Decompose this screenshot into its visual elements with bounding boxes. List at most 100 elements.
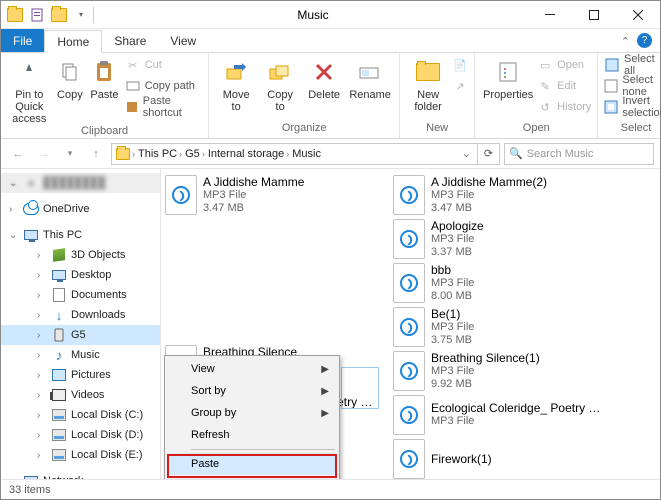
tab-home[interactable]: Home: [44, 30, 102, 53]
copy-to-button[interactable]: Copy to: [259, 55, 301, 113]
rename-icon: [355, 57, 385, 87]
paste-button[interactable]: Paste: [88, 55, 121, 101]
refresh-button[interactable]: ⟳: [477, 144, 499, 164]
file-name: A Jiddishe Mamme: [203, 176, 304, 189]
tab-file[interactable]: File: [1, 29, 44, 52]
select-all-icon: [604, 57, 620, 73]
new-item-button[interactable]: 📄: [452, 55, 468, 75]
file-item[interactable]: Be(1)MP3 File3.75 MB: [393, 307, 607, 347]
rename-button[interactable]: Rename: [347, 55, 393, 101]
ctx-view[interactable]: View▶: [167, 358, 337, 380]
file-name: Breathing Silence(1): [431, 352, 540, 365]
mp3-file-icon: [393, 219, 425, 259]
desktop-icon: [51, 267, 67, 283]
easy-access-icon: ↗: [452, 78, 468, 94]
history-icon: ↺: [537, 99, 553, 115]
sidebar-item-downloads[interactable]: ›↓Downloads: [1, 305, 160, 325]
sidebar-item-this-pc[interactable]: ⌄This PC: [1, 225, 160, 245]
search-box[interactable]: 🔍 Search Music: [504, 143, 654, 165]
status-bar: 33 items: [1, 479, 660, 499]
file-item[interactable]: bbbMP3 File8.00 MB: [393, 263, 607, 303]
file-size: 3.47 MB: [203, 202, 304, 215]
copy-path-button[interactable]: Copy path: [125, 76, 202, 96]
ctx-paste[interactable]: Paste: [167, 453, 337, 475]
tab-share[interactable]: Share: [102, 29, 158, 52]
properties-button[interactable]: Properties: [481, 55, 535, 101]
breadcrumb-internal-storage[interactable]: Internal storage: [208, 148, 284, 160]
up-button[interactable]: ↑: [85, 143, 107, 165]
address-bar[interactable]: ›This PC ›G5 ›Internal storage ›Music ⌄ …: [111, 143, 500, 165]
file-item[interactable]: Ecological Coleridge_ Poetry as Algorith…: [393, 395, 607, 435]
sidebar-item-local-disk-e[interactable]: ›Local Disk (E:): [1, 445, 160, 465]
title-bar: ▾ Music: [1, 1, 660, 29]
sidebar-item-documents[interactable]: ›Documents: [1, 285, 160, 305]
help-icon[interactable]: ?: [637, 33, 652, 48]
pin-to-quick-access-button[interactable]: Pin to Quick access: [7, 55, 52, 125]
file-item[interactable]: ApologizeMP3 File3.37 MB: [393, 219, 607, 259]
breadcrumb-music[interactable]: Music: [292, 148, 321, 160]
edit-button[interactable]: ✎Edit: [537, 76, 591, 96]
sidebar-item-pictures[interactable]: ›Pictures: [1, 365, 160, 385]
minimize-ribbon-icon[interactable]: ⌃: [621, 35, 630, 48]
invert-selection-button[interactable]: Invert selection: [604, 97, 661, 117]
ctx-sort-by[interactable]: Sort by▶: [167, 380, 337, 402]
ctx-group-by[interactable]: Group by▶: [167, 402, 337, 424]
new-folder-qat-icon[interactable]: [51, 7, 67, 23]
group-select: Select all Select none Invert selection …: [598, 53, 661, 138]
forward-button[interactable]: →: [33, 143, 55, 165]
sidebar-item-network[interactable]: ›Network: [1, 471, 160, 479]
file-name: A Jiddishe Mamme(2): [431, 176, 547, 189]
new-folder-icon: [413, 57, 443, 87]
back-button[interactable]: ←: [7, 143, 29, 165]
ctx-refresh[interactable]: Refresh: [167, 424, 337, 446]
sidebar-item-quick-access[interactable]: ⌄★████████: [1, 173, 160, 193]
tab-view[interactable]: View: [158, 29, 208, 52]
select-none-button[interactable]: Select none: [604, 76, 661, 96]
new-folder-button[interactable]: New folder: [406, 55, 450, 113]
file-item[interactable]: A Jiddishe MammeMP3 File3.47 MB: [165, 175, 379, 215]
body-area: ⌄★████████ ›OneDrive ⌄This PC ›3D Object…: [1, 169, 660, 479]
qat-dropdown-icon[interactable]: ▾: [73, 7, 89, 23]
copy-button[interactable]: Copy: [54, 55, 87, 101]
ribbon-tab-row: File Home Share View ⌃ ?: [1, 29, 660, 53]
sidebar-item-local-disk-c[interactable]: ›Local Disk (C:): [1, 405, 160, 425]
close-button[interactable]: [616, 1, 660, 29]
select-all-button[interactable]: Select all: [604, 55, 661, 75]
file-placeholder: [165, 282, 379, 310]
sidebar-item-g5[interactable]: ›G5: [1, 325, 160, 345]
sidebar-item-3d-objects[interactable]: ›3D Objects: [1, 245, 160, 265]
mp3-file-icon: [393, 307, 425, 347]
open-button[interactable]: ▭Open: [537, 55, 591, 75]
cut-button[interactable]: ✂Cut: [125, 55, 202, 75]
breadcrumb-g5[interactable]: G5: [185, 148, 200, 160]
minimize-button[interactable]: [528, 1, 572, 29]
sidebar-item-onedrive[interactable]: ›OneDrive: [1, 199, 160, 219]
paste-shortcut-button[interactable]: Paste shortcut: [125, 97, 202, 117]
address-folder-icon: [116, 148, 130, 160]
file-item[interactable]: Firework(1): [393, 439, 607, 479]
disk-icon: [51, 447, 67, 463]
recent-locations-button[interactable]: ▾: [59, 143, 81, 165]
group-clipboard: Pin to Quick access Copy Paste ✂Cut Copy…: [1, 53, 209, 138]
file-size: 3.37 MB: [431, 246, 484, 259]
easy-access-button[interactable]: ↗: [452, 76, 468, 96]
maximize-button[interactable]: [572, 1, 616, 29]
file-item[interactable]: A Jiddishe Mamme(2)MP3 File3.47 MB: [393, 175, 607, 215]
sidebar-item-music[interactable]: ›♪Music: [1, 345, 160, 365]
nav-bar: ← → ▾ ↑ ›This PC ›G5 ›Internal storage ›…: [1, 139, 660, 169]
sidebar-item-desktop[interactable]: ›Desktop: [1, 265, 160, 285]
file-type: MP3 File: [431, 365, 540, 378]
pictures-icon: [51, 367, 67, 383]
sidebar-item-videos[interactable]: ›Videos: [1, 385, 160, 405]
file-item[interactable]: Breathing Silence(1)MP3 File9.92 MB: [393, 351, 607, 391]
properties-qat-icon[interactable]: [29, 7, 45, 23]
breadcrumb-this-pc[interactable]: This PC: [138, 148, 177, 160]
address-dropdown-icon[interactable]: ⌄: [462, 147, 475, 160]
delete-button[interactable]: Delete: [303, 55, 345, 101]
move-to-button[interactable]: Move to: [215, 55, 257, 113]
sidebar-item-local-disk-d[interactable]: ›Local Disk (D:): [1, 425, 160, 445]
context-menu: View▶ Sort by▶ Group by▶ Refresh Paste P…: [164, 355, 340, 479]
history-button[interactable]: ↺History: [537, 97, 591, 117]
search-icon: 🔍: [509, 147, 523, 160]
ctx-paste-shortcut[interactable]: Paste shortcut: [167, 475, 337, 479]
